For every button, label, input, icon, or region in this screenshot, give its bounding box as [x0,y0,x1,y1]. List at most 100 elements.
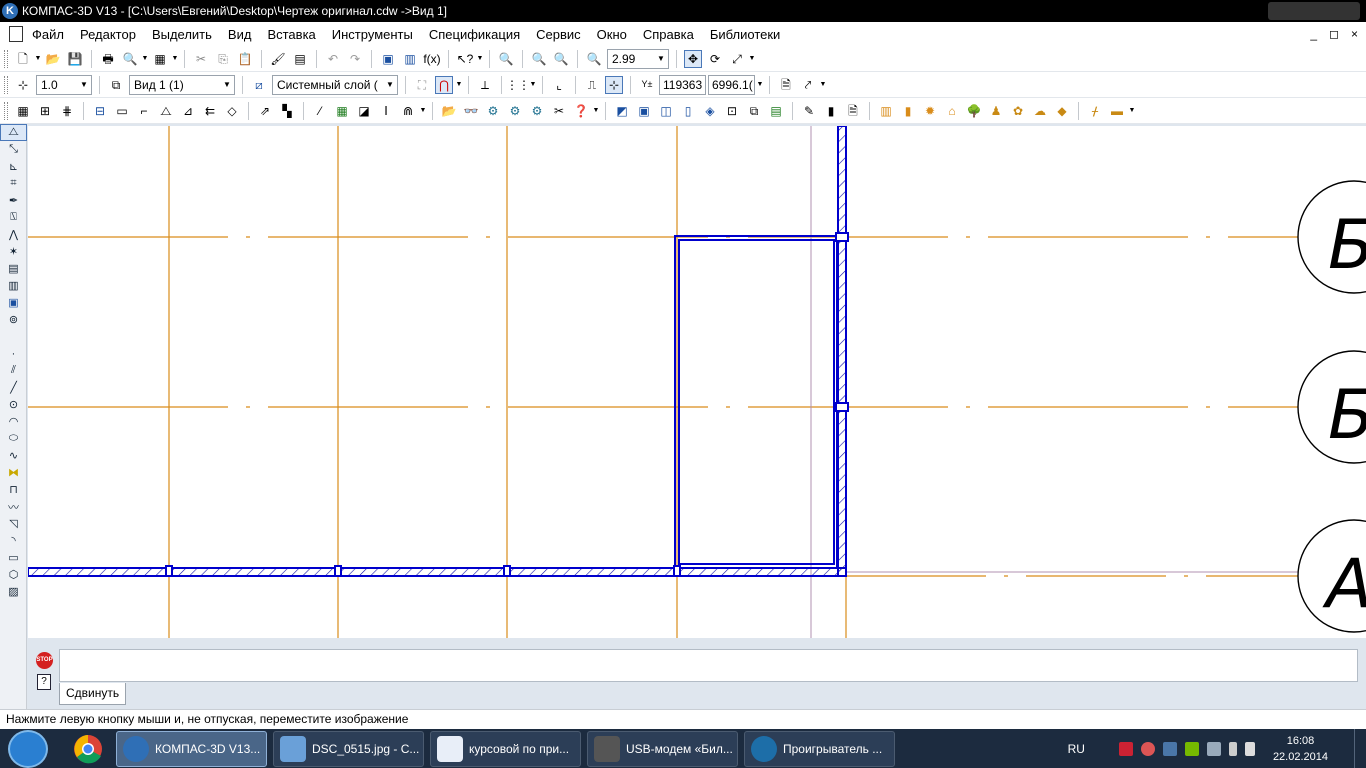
menu-editor[interactable]: Редактор [80,27,136,42]
marker-icon[interactable]: ◇ [223,102,241,120]
layer-props-icon[interactable]: ⛶ [413,76,431,94]
segment-icon[interactable]: ╱ [0,379,27,396]
editing-panel-icon[interactable]: ✒ [0,192,27,209]
stairs-icon[interactable]: ⊿ [179,102,197,120]
ramp-icon[interactable]: ⇇ [201,102,219,120]
save-icon[interactable]: 💾 [66,50,84,68]
taskbar-item-media-player[interactable]: Проигрыватель ... [744,730,895,767]
person-icon[interactable]: ♟ [987,102,1005,120]
tray-battery-icon[interactable] [1228,741,1237,756]
grid-panel-icon[interactable]: ⌗ [0,175,27,192]
menu-view[interactable]: Вид [228,27,252,42]
parametrization-panel-icon[interactable]: ⍂ [0,209,27,226]
drawing-svg[interactable]: Б Б А [28,126,1366,638]
taskbar-item-usb-modem[interactable]: USB-модем «Бил... [587,730,738,767]
dropdown-arrow-icon[interactable]: ▼ [419,102,427,120]
beam-icon[interactable]: Ⅰ [377,102,395,120]
manager-icon[interactable]: ▦ [151,50,169,68]
library-tools-icon[interactable]: ⚙ [528,102,546,120]
mdi-restore-button[interactable]: ◻ [1329,27,1339,41]
library-config-icon[interactable]: ⚙ [506,102,524,120]
layout-icon-5[interactable]: ◈ [701,102,719,120]
drawing-canvas[interactable]: Б Б А [28,126,1366,638]
link-tool-icon[interactable]: ⤤ [799,76,817,94]
snap-magnet-icon[interactable]: ⋂ [435,75,453,94]
zoom-out-icon[interactable]: 🔍 [552,50,570,68]
elevation-icon[interactable]: ⇗ [256,102,274,120]
formula-icon[interactable]: f(x) [423,50,441,68]
dropdown-arrow-icon[interactable]: ▼ [592,102,600,120]
layout-icon-4[interactable]: ▯ [679,102,697,120]
window-controls[interactable] [1268,2,1360,20]
page-alt-icon[interactable]: 🗎 [844,102,862,120]
help-icon[interactable]: ? [37,674,51,690]
sofa-icon[interactable]: ▬ [1108,102,1126,120]
geometry-panel-icon[interactable]: ⧍ [0,124,27,141]
open-folder-icon[interactable]: 📂 [44,50,62,68]
room-icon[interactable]: ▚ [278,102,296,120]
layout-icon-6[interactable]: ⊡ [723,102,741,120]
chevron-down-icon[interactable]: ▼ [220,76,234,94]
menu-file[interactable]: Файл [32,27,64,42]
redo-icon[interactable]: ↷ [346,50,364,68]
show-desktop-button[interactable] [1354,729,1366,768]
designations-panel-icon[interactable]: ⊾ [0,158,27,175]
paste-icon[interactable]: 📋 [236,50,254,68]
wall-icon[interactable]: ⊟ [91,102,109,120]
copy-icon[interactable]: ⎘ [214,50,232,68]
door-icon[interactable]: ⌐ [135,102,153,120]
refresh-view-icon[interactable]: ⟳ [706,50,724,68]
new-document-icon[interactable]: 🗋 [14,50,32,68]
help-pointer-icon[interactable]: ↖? [456,50,474,68]
zoom-in-icon[interactable]: 🔍 [530,50,548,68]
axis-grid-icon[interactable]: ▦ [14,102,32,120]
menu-tools[interactable]: Инструменты [332,27,413,42]
zoom-window-icon[interactable]: 🔍 [497,50,515,68]
dropdown-arrow-icon[interactable]: ▼ [34,50,42,68]
language-indicator[interactable]: RU [1068,742,1085,756]
zoom-scale-icon[interactable]: 🔍 [585,50,603,68]
document-props-icon[interactable]: 🗎 [777,76,795,94]
polyline-icon[interactable]: ⧓ [0,464,27,481]
ellipse-icon[interactable]: ⬭ [0,430,27,447]
help-icon[interactable]: ❓ [572,102,590,120]
furniture-icon-2[interactable]: ▮ [899,102,917,120]
stop-command-icon[interactable]: STOP [36,652,53,669]
hatch-icon[interactable]: ▨ [0,583,27,600]
manager-library-icon[interactable]: ▣ [379,50,397,68]
fragments-panel-icon[interactable]: ⊚ [0,311,27,328]
start-button[interactable] [8,729,48,768]
round-coords-icon[interactable]: ⊹ [605,75,623,94]
toolbar-grip[interactable] [4,75,8,94]
grid-icon[interactable]: ⋮⋮ [506,76,530,94]
dropdown-arrow-icon[interactable]: ▼ [455,76,463,94]
select-panel-icon[interactable]: ✶ [0,243,27,260]
pan-icon[interactable]: ✥ [684,49,702,68]
arc-icon[interactable]: ◠ [0,413,27,430]
rectangle-icon[interactable]: ▭ [0,549,27,566]
zoom-combo[interactable]: 2.99 ▼ [607,48,669,69]
clock[interactable]: 16:08 22.02.2014 [1273,733,1328,765]
show-all-icon[interactable]: ⤢ [728,50,746,68]
cut-icon[interactable]: ✂ [192,50,210,68]
tab-pan[interactable]: Сдвинуть [59,683,127,705]
menu-select[interactable]: Выделить [152,27,212,42]
point-icon[interactable]: · [0,345,27,362]
table-icon[interactable]: ▦ [333,102,351,120]
print-icon[interactable]: 🖶 [99,50,117,68]
reports-panel-icon[interactable]: ▥ [0,277,27,294]
section-icon[interactable]: ⁄ [311,102,329,120]
tray-app-icon-1[interactable] [1118,741,1133,756]
opening-icon[interactable]: ⧍ [157,102,175,120]
toolbar-grip[interactable] [4,101,8,120]
tray-network-icon[interactable] [1206,741,1221,756]
fence-icon[interactable]: ᚋ [1086,102,1104,120]
property-bar[interactable] [59,649,1358,682]
settings-tools-icon[interactable]: ✂ [550,102,568,120]
layout-icon-3[interactable]: ◫ [657,102,675,120]
spec-icon[interactable]: ▥ [401,50,419,68]
frame-icon[interactable]: ⋒ [399,102,417,120]
page-icon[interactable]: ▮ [822,102,840,120]
dimensions-panel-icon[interactable]: ⤡ [0,141,27,158]
undo-icon[interactable]: ↶ [324,50,342,68]
